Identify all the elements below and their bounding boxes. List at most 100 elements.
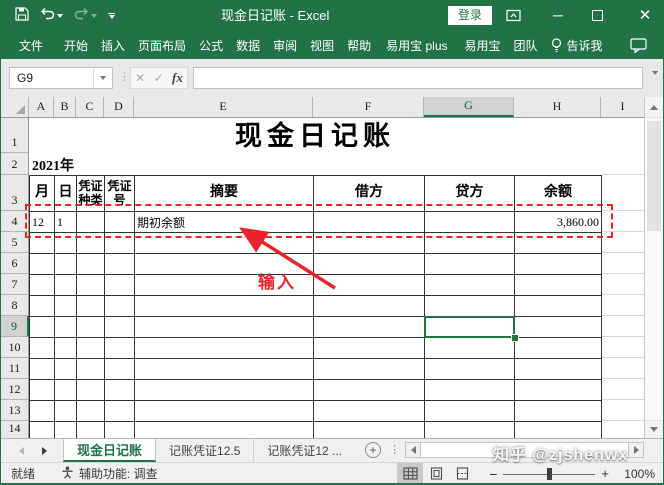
column-header-d[interactable]: D [104,97,134,117]
row-header-5[interactable]: 5 [1,232,28,253]
column-header-a[interactable]: A [29,97,54,117]
ribbon-tab-bar: 文件 开始 插入 页面布局 公式 数据 审阅 视图 帮助 易用宝 plus 易用… [1,31,663,59]
column-header-e[interactable]: E [134,97,313,117]
page-break-view-icon[interactable] [449,463,475,484]
column-header-c[interactable]: C [76,97,104,117]
annotation-dashed-box [25,204,613,238]
prev-sheet-icon[interactable] [19,447,24,455]
sheet-tab-voucher-12-5[interactable]: 记账凭证12.5 [156,439,254,462]
zoom-level[interactable]: 100% [617,467,655,481]
vertical-scroll-thumb[interactable] [647,121,661,231]
row-header-11[interactable]: 11 [1,358,28,379]
gridline [602,174,644,175]
close-button[interactable]: ✕ [633,1,657,31]
tab-file[interactable]: 文件 [19,37,43,54]
tab-team[interactable]: 团队 [514,37,538,54]
scroll-right-icon[interactable] [628,442,644,458]
scroll-left-icon[interactable] [405,442,421,458]
name-box-dropdown-icon[interactable] [93,68,112,88]
minimize-button[interactable]: ─ [546,1,570,31]
tab-home[interactable]: 开始 [64,37,88,54]
watermark: 知乎 @zjshenwx [493,441,628,465]
row-header-10[interactable]: 10 [1,337,28,358]
cancel-icon[interactable]: ✕ [135,71,145,85]
scroll-up-icon[interactable] [645,97,663,118]
row-header-4[interactable]: 4 [1,211,28,232]
accessibility-status[interactable]: 辅助功能: 调查 [61,465,158,482]
fill-handle[interactable] [511,334,519,342]
name-box-value: G9 [17,71,33,85]
new-sheet-icon[interactable]: + [365,442,381,458]
tell-me-box[interactable]: 告诉我 [567,37,603,54]
redo-dropdown-icon[interactable] [91,14,97,18]
row-header-8[interactable]: 8 [1,295,28,316]
tab-yyb[interactable]: 易用宝 [465,37,501,54]
titlebar: 现金日记账 - Excel 登录 ─ ✕ [1,1,663,31]
name-box[interactable]: G9 [9,67,113,89]
row-header-7[interactable]: 7 [1,274,28,295]
empty-row [30,275,602,296]
column-header-f[interactable]: F [313,97,424,117]
column-header-i[interactable]: I [601,97,644,117]
tab-view[interactable]: 视图 [310,37,334,54]
undo-icon[interactable] [40,7,55,25]
tab-help[interactable]: 帮助 [347,37,371,54]
next-sheet-icon[interactable] [42,447,47,455]
tab-insert[interactable]: 插入 [101,37,125,54]
tab-data[interactable]: 数据 [236,37,260,54]
selected-cell-g9[interactable] [424,316,515,338]
row-header-2[interactable]: 2 [1,153,28,175]
scroll-down-icon[interactable] [645,420,663,438]
expand-formula-bar-icon[interactable] [652,75,658,93]
column-header-g-selected[interactable]: G [424,97,514,117]
window-title: 现金日记账 - Excel [221,1,329,31]
empty-row [30,401,602,422]
row-header-14[interactable]: 14 [1,421,28,438]
select-all-corner[interactable] [1,97,29,117]
comment-icon[interactable] [630,38,647,53]
vertical-scrollbar[interactable] [644,97,663,438]
save-icon[interactable] [15,7,29,26]
row-header-1[interactable]: 1 [1,118,28,153]
tab-yyb-plus[interactable]: 易用宝 plus [386,37,447,54]
undo-dropdown-icon[interactable] [57,14,63,18]
redo-icon[interactable] [74,7,89,25]
column-header-strip: A B C D E F G H I [1,97,644,118]
empty-row [30,359,602,380]
formula-input[interactable] [193,67,643,89]
normal-view-icon[interactable] [397,463,423,484]
accessibility-label: 辅助功能: 调查 [79,465,158,482]
row-header-12[interactable]: 12 [1,379,28,400]
row-header-6[interactable]: 6 [1,253,28,274]
insert-function-icon[interactable]: fx [172,70,183,86]
column-header-b[interactable]: B [54,97,76,117]
formula-bar: G9 ⋮ ✕ ✓ fx [1,59,663,97]
login-button[interactable]: 登录 [448,6,492,25]
empty-row [30,296,602,317]
status-ready: 就绪 [11,465,35,482]
gridlines-column-i [602,210,644,438]
year-label: 2021年 [32,155,74,175]
select-all-icon [16,105,25,114]
quick-access-toolbar [15,1,115,31]
row-header-13[interactable]: 13 [1,400,28,421]
ribbon-display-options-icon[interactable] [506,9,521,27]
column-header-h[interactable]: H [514,97,601,117]
tab-review[interactable]: 审阅 [273,37,297,54]
zoom-slider-handle[interactable] [547,468,552,480]
row-header-3[interactable]: 3 [1,175,28,211]
tab-options-dots-icon[interactable]: ⋮ [389,443,400,462]
zoom-slider[interactable] [503,467,595,481]
formula-buttons: ✕ ✓ fx [130,67,188,89]
maximize-button[interactable] [592,10,603,21]
enter-icon[interactable]: ✓ [154,71,164,85]
customize-qat-icon[interactable] [108,13,115,20]
row-header-9-selected[interactable]: 9 [1,316,29,337]
sheet-tab-cash-journal[interactable]: 现金日记账 [63,439,156,462]
page-layout-view-icon[interactable] [423,463,449,484]
tab-page-layout[interactable]: 页面布局 [138,37,186,54]
zoom-in-button[interactable]: + [601,466,609,481]
tab-formulas[interactable]: 公式 [199,37,223,54]
zoom-out-button[interactable]: − [489,466,497,482]
sheet-tab-voucher-12[interactable]: 记账凭证12 ... [254,439,355,462]
